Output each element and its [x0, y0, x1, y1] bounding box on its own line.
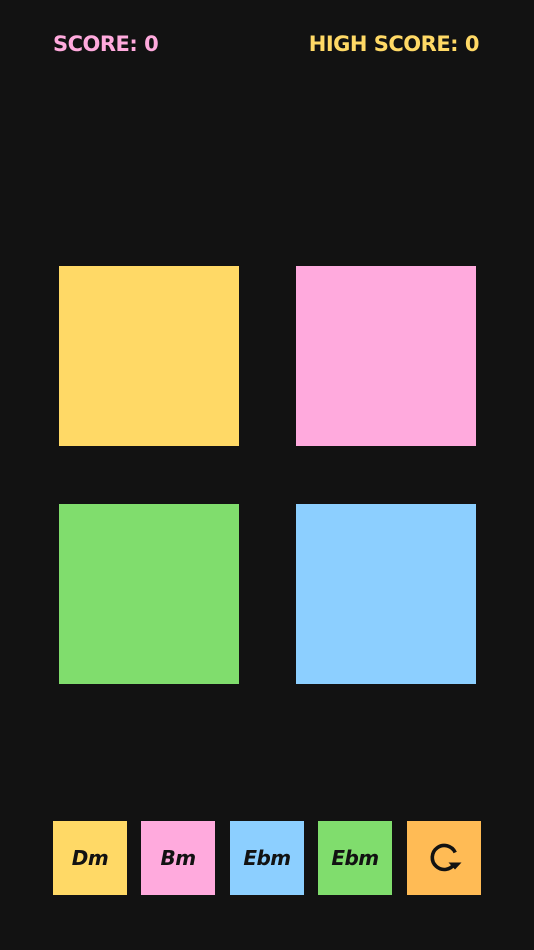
pad-yellow[interactable] [59, 266, 239, 446]
chord-button-1[interactable]: Dm [53, 821, 127, 895]
pad-blue[interactable] [296, 504, 476, 684]
chord-button-2[interactable]: Bm [141, 821, 215, 895]
chord-button-4[interactable]: Ebm [318, 821, 392, 895]
restart-button[interactable] [407, 821, 481, 895]
score-label: SCORE: 0 [53, 32, 159, 56]
chord-label: Bm [160, 846, 196, 870]
chord-button-3[interactable]: Ebm [230, 821, 304, 895]
chord-label: Ebm [243, 846, 291, 870]
chord-label: Ebm [331, 846, 379, 870]
restart-icon [430, 843, 462, 872]
pad-pink[interactable] [296, 266, 476, 446]
chord-bar: Dm Bm Ebm Ebm [53, 821, 481, 895]
chord-label: Dm [71, 846, 109, 870]
high-score-label: HIGH SCORE: 0 [308, 32, 480, 56]
pad-green[interactable] [59, 504, 239, 684]
